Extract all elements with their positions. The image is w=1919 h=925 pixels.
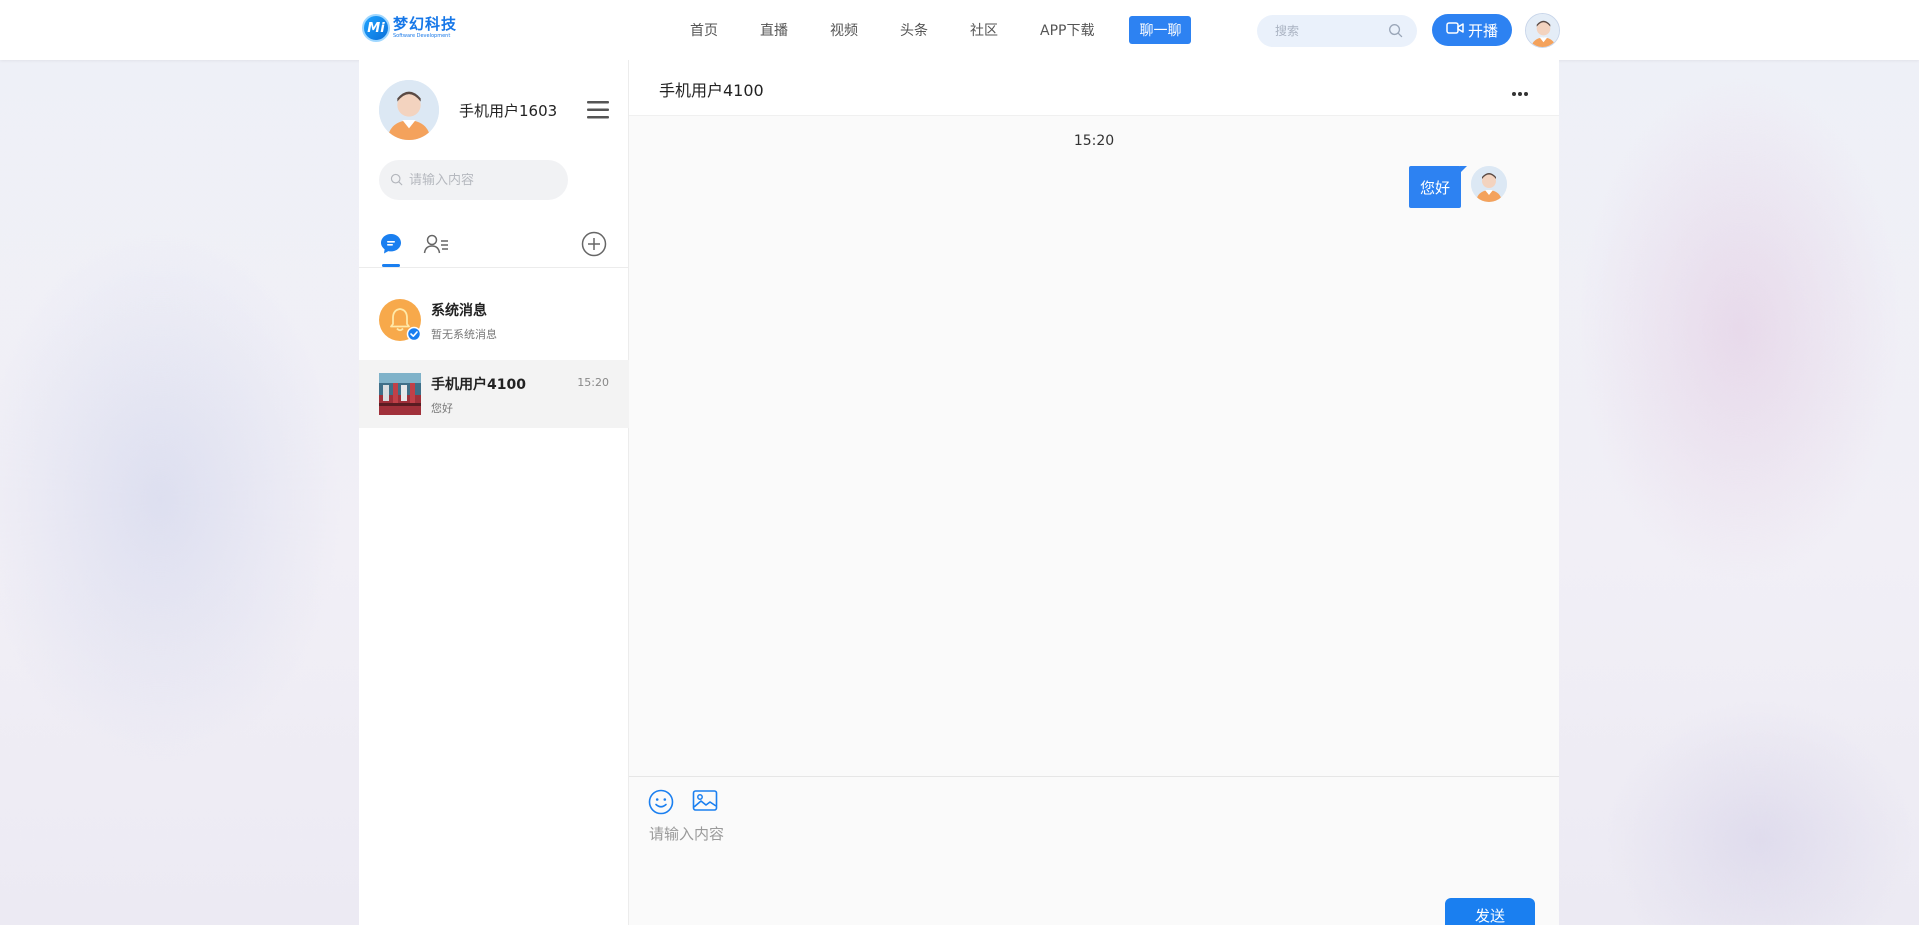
search-icon[interactable] [1388, 23, 1403, 42]
message-avatar[interactable] [1471, 166, 1507, 202]
search-icon [390, 171, 403, 190]
message-timestamp: 15:20 [1073, 133, 1115, 149]
nav-item-headlines[interactable]: 头条 [879, 20, 949, 40]
chat-window: 手机用户4100 15:20 您好 发送 [629, 60, 1559, 925]
top-navbar: Mi 梦幻科技 Software Development 首页 直播 视频 头条… [0, 0, 1919, 60]
chat-header: 手机用户4100 [629, 60, 1559, 116]
go-live-label: 开播 [1467, 21, 1498, 40]
message-composer: 发送 [629, 776, 1559, 925]
active-tab-indicator [382, 264, 400, 267]
nav-item-video[interactable]: 视频 [809, 20, 879, 40]
chat-bubble-icon[interactable] [379, 232, 403, 260]
nav-item-community[interactable]: 社区 [949, 20, 1019, 40]
my-avatar[interactable] [379, 80, 439, 140]
sidebar-tabs [359, 230, 629, 268]
my-profile: 手机用户1603 [379, 80, 609, 140]
conversation-search [379, 160, 568, 200]
go-live-button[interactable]: 开播 [1432, 14, 1512, 46]
conversation-search-input[interactable] [409, 172, 559, 188]
more-icon[interactable] [1511, 82, 1529, 101]
menu-icon[interactable] [587, 100, 609, 124]
brand-name: 梦幻科技 [393, 15, 458, 33]
nav-item-live[interactable]: 直播 [739, 20, 809, 40]
conversation-title: 系统消息 [431, 303, 487, 319]
logo-mark: Mi [362, 14, 390, 42]
nav-item-home[interactable]: 首页 [668, 20, 739, 40]
conversation-sidebar: 手机用户1603 请输入内容 系统消息 暂无系统消息 手机用户4100 您好 1… [359, 60, 629, 925]
conversation-time: 15:20 [577, 376, 609, 389]
contacts-icon[interactable] [423, 233, 449, 259]
message-bubble: 您好 [1408, 166, 1468, 208]
my-username: 手机用户1603 [459, 101, 558, 120]
add-circle-icon[interactable] [581, 231, 607, 261]
conversation-item-user[interactable]: 手机用户4100 您好 15:20 [359, 360, 629, 428]
conversation-avatar [379, 373, 421, 415]
user-avatar[interactable] [1525, 13, 1560, 48]
emoji-icon[interactable] [648, 789, 674, 819]
camera-icon [1446, 20, 1464, 40]
conversation-title: 手机用户4100 [431, 377, 526, 393]
conversation-item-system[interactable]: 系统消息 暂无系统消息 [359, 286, 629, 354]
message-input[interactable] [649, 823, 1529, 873]
system-avatar [379, 299, 422, 342]
main-nav: 首页 直播 视频 头条 社区 APP下载 聊一聊 [668, 0, 1192, 60]
brand-tagline: Software Development [393, 33, 451, 39]
chat-title: 手机用户4100 [659, 81, 764, 100]
send-button[interactable]: 发送 [1445, 898, 1535, 925]
conversation-preview: 您好 [431, 402, 453, 415]
header-search [1257, 15, 1417, 47]
nav-item-app-download[interactable]: APP下载 [1019, 20, 1115, 40]
header-search-input[interactable] [1275, 24, 1375, 38]
chat-panel: 手机用户1603 请输入内容 系统消息 暂无系统消息 手机用户4100 您好 1… [359, 60, 1559, 925]
brand-logo[interactable]: Mi 梦幻科技 Software Development [362, 14, 457, 42]
conversation-preview: 暂无系统消息 [431, 328, 497, 341]
verified-check-icon [406, 326, 422, 342]
nav-item-chat[interactable]: 聊一聊 [1129, 16, 1192, 44]
image-icon[interactable] [692, 789, 718, 817]
